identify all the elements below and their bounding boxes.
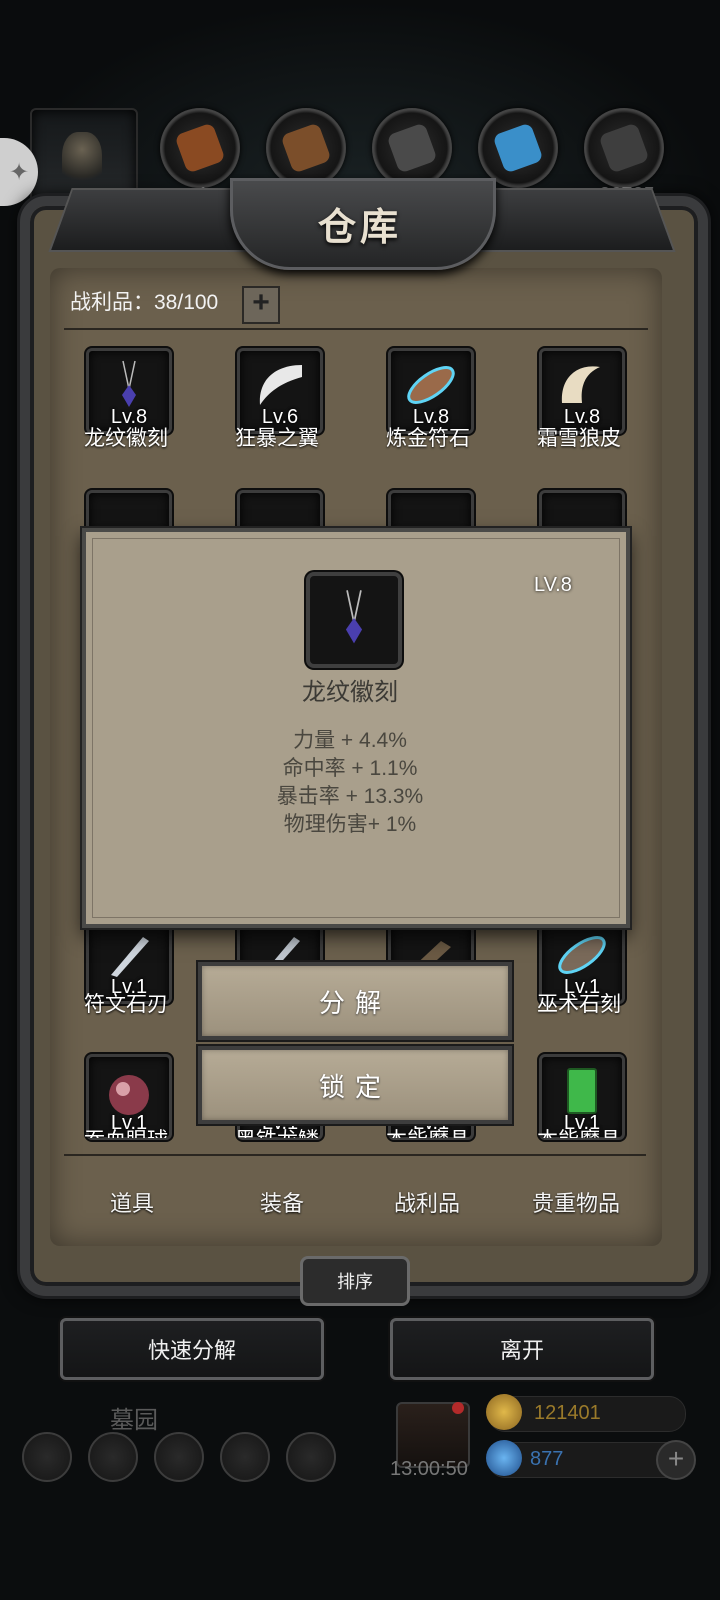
sort-button[interactable]: 排序 — [300, 1256, 410, 1306]
green-crystal-icon — [567, 1068, 597, 1114]
gold-coin-icon — [486, 1394, 522, 1430]
tab-valuables[interactable]: 贵重物品 — [506, 1186, 646, 1218]
leave-button[interactable]: 离开 — [390, 1318, 654, 1380]
add-gems-button[interactable]: + — [656, 1440, 696, 1480]
gem-icon — [486, 1440, 522, 1476]
stat-line: 力量 + 4.4% — [293, 729, 407, 752]
menu-circle-icon[interactable] — [22, 1432, 72, 1482]
notification-dot — [452, 1402, 464, 1414]
crystal-resource-icon — [478, 108, 558, 188]
expand-capacity-button[interactable]: + — [242, 286, 280, 324]
decompose-button[interactable]: 分解 — [198, 962, 512, 1040]
wolf-pelt-icon — [561, 366, 600, 403]
capacity-label: 战利品：38/100 — [70, 291, 219, 314]
wing-icon — [259, 365, 302, 405]
item-name: 本能魔晶 — [363, 1124, 493, 1138]
tab-props[interactable]: 道具 — [62, 1186, 202, 1218]
popup-item-name: 龙纹徽刻 — [302, 679, 398, 706]
iron-resource-icon — [372, 108, 452, 188]
item-name: 霜雪狼皮 — [537, 427, 621, 450]
item-name: 本能魔晶 — [514, 1124, 644, 1138]
dragon-pendant-icon — [122, 360, 136, 407]
stat-line: 暴击率 + 13.3% — [276, 785, 424, 808]
ore-resource-icon — [584, 108, 664, 188]
blade-icon — [111, 937, 149, 977]
puzzle-icon: ✦ — [8, 158, 30, 186]
item-name: 黑铁龙鳞 — [212, 1124, 342, 1138]
eyeball-icon — [109, 1075, 149, 1115]
rune-stone-icon — [407, 366, 455, 404]
dragon-pendant-icon — [345, 590, 363, 644]
mail-icon[interactable] — [220, 1432, 270, 1482]
popup-item-slot — [306, 572, 402, 668]
tab-divider — [64, 1154, 646, 1156]
page-title: 仓库 — [317, 207, 402, 249]
menu-circle-icon[interactable] — [154, 1432, 204, 1482]
gold-amount: 121401 — [534, 1402, 601, 1424]
item-name: 龙纹徽刻 — [84, 427, 168, 450]
leather-resource-icon — [160, 108, 240, 188]
rune-stone-icon — [558, 936, 606, 974]
popup-level: LV.8 — [534, 574, 572, 596]
gem-amount: 877 — [530, 1448, 564, 1470]
tab-equipment[interactable]: 装备 — [212, 1186, 352, 1218]
menu-circle-icon[interactable] — [88, 1432, 138, 1482]
stat-line: 物理伤害+ 1% — [283, 813, 417, 836]
item-name: 吞血眼球 — [61, 1124, 191, 1138]
gift-timer: 13:00:50 — [390, 1458, 468, 1480]
item-name: 炼金符石 — [386, 427, 470, 450]
quick-decompose-button[interactable]: 快速分解 — [60, 1318, 324, 1380]
menu-circle-icon[interactable] — [286, 1432, 336, 1482]
wood-resource-icon — [266, 108, 346, 188]
item-name: 巫术石刻 — [537, 993, 621, 1016]
stat-line: 命中率 + 1.1% — [282, 757, 418, 780]
location-label: 墓园 — [110, 1407, 158, 1434]
tab-loot[interactable]: 战利品 — [357, 1186, 497, 1218]
item-name: 狂暴之翼 — [235, 427, 319, 450]
divider — [64, 328, 648, 330]
item-name: 符文石刃 — [84, 993, 168, 1016]
lock-button[interactable]: 锁定 — [198, 1046, 512, 1124]
